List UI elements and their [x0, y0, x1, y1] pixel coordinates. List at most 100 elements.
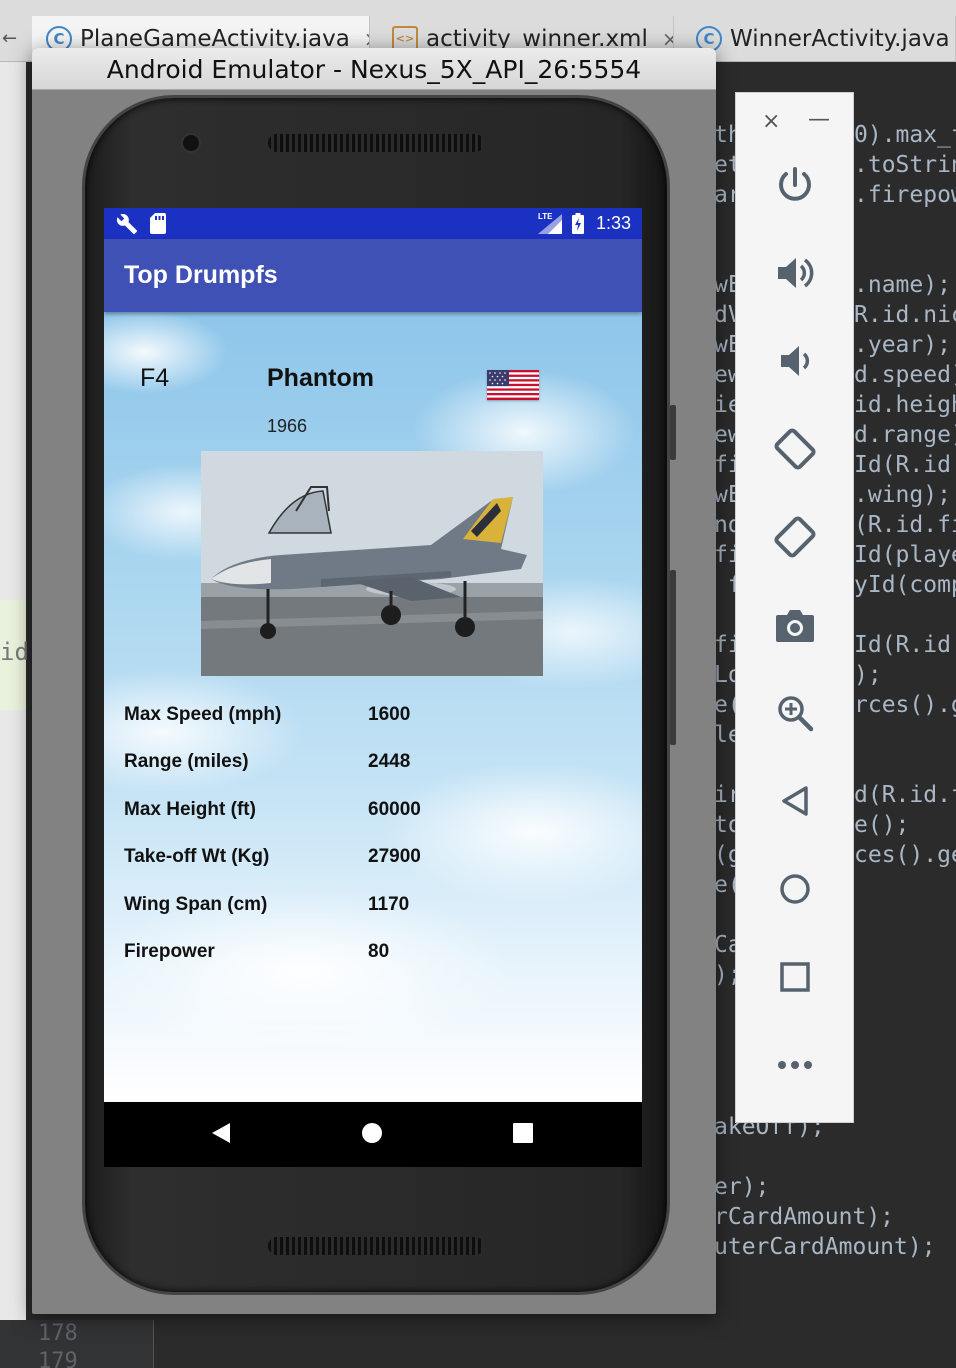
wrench-icon: [116, 214, 138, 235]
navigation-bar: [104, 1102, 642, 1167]
stat-row-max-height: Max Height (ft) 60000: [124, 795, 624, 842]
power-button[interactable]: [764, 154, 826, 216]
stat-label: Max Height (ft): [124, 798, 256, 820]
code-line[interactable]: [714, 1142, 936, 1172]
app-title: Top Drumpfs: [124, 261, 278, 289]
code-line[interactable]: d.range): [854, 420, 956, 450]
code-line[interactable]: .name);: [854, 270, 956, 300]
code-line[interactable]: [854, 600, 956, 630]
more-button[interactable]: [764, 1034, 826, 1096]
ide-left-panel: [0, 62, 26, 1368]
phone-power-button[interactable]: [670, 405, 676, 460]
code-line[interactable]: d.speed): [854, 360, 956, 390]
stat-row-max-speed: Max Speed (mph) 1600: [124, 700, 624, 747]
line-number: 178: [38, 1321, 78, 1346]
code-line[interactable]: (R.id.fi: [854, 510, 956, 540]
us-flag-icon: [487, 370, 539, 400]
plane-card: F4 Phantom 1966 Max Speed (mph) 1600 Ran…: [104, 312, 642, 1102]
tab-winner-activity[interactable]: C WinnerActivity.java ×: [682, 16, 956, 62]
back-icon: [782, 786, 808, 816]
emulator-toolbar: × —: [735, 92, 854, 1123]
nav-back-icon[interactable]: [210, 1122, 232, 1144]
volume-up-icon: [778, 258, 814, 288]
stats-table: Max Speed (mph) 1600 Range (miles) 2448 …: [124, 700, 624, 984]
code-line[interactable]: d(R.id.f: [854, 780, 956, 810]
code-line[interactable]: e();: [854, 810, 956, 840]
more-icon: [778, 1061, 812, 1069]
rotate-right-icon: [774, 516, 816, 558]
tab-label: WinnerActivity.java: [730, 26, 950, 52]
close-icon[interactable]: ×: [762, 109, 780, 134]
code-line[interactable]: [854, 750, 956, 780]
zoom-button[interactable]: [764, 682, 826, 744]
code-fragment: id: [0, 638, 29, 666]
code-line[interactable]: yId(comp: [854, 570, 956, 600]
phone-speaker-bottom: [268, 1237, 484, 1255]
stat-label: Firepower: [124, 940, 215, 962]
code-line[interactable]: er);: [714, 1172, 936, 1202]
nav-home-icon[interactable]: [361, 1122, 383, 1144]
code-line[interactable]: .toStrin: [854, 150, 956, 180]
jet-image: [201, 451, 543, 676]
home-button[interactable]: [764, 858, 826, 920]
stat-row-takeoff-weight: Take-off Wt (Kg) 27900: [124, 842, 624, 889]
plane-photo: [201, 451, 543, 676]
code-line[interactable]: id.heigh: [854, 390, 956, 420]
signal-icon: [538, 214, 562, 234]
code-line[interactable]: Id(R.id.: [854, 630, 956, 660]
code-line[interactable]: );: [854, 660, 956, 690]
screenshot-button[interactable]: [764, 594, 826, 656]
code-line[interactable]: R.id.nic: [854, 300, 956, 330]
code-editor-bottom[interactable]: akeOff); er); rCardAmount); uterCardAmount)…: [714, 1112, 936, 1262]
code-line[interactable]: .wing);: [854, 480, 956, 510]
stat-value[interactable]: 1170: [368, 894, 409, 916]
plane-name: Phantom: [267, 364, 374, 392]
device-screen[interactable]: LTE 1:33 Top Drumpfs F4 Phantom 1966 Max…: [104, 208, 642, 1167]
nav-overview-icon[interactable]: [513, 1123, 533, 1143]
phone-camera: [181, 133, 201, 153]
stat-label: Take-off Wt (Kg): [124, 846, 270, 868]
code-line[interactable]: uterCardAmount);: [714, 1232, 936, 1262]
battery-charging-icon: [572, 213, 584, 234]
rotate-left-button[interactable]: [764, 418, 826, 480]
stat-value[interactable]: 60000: [368, 799, 421, 821]
overview-button[interactable]: [764, 946, 826, 1008]
stat-value[interactable]: 2448: [368, 751, 410, 773]
code-line[interactable]: Id(R.id.: [854, 450, 956, 480]
stat-value[interactable]: 27900: [368, 846, 421, 868]
sd-card-icon: [150, 213, 166, 234]
rotate-left-icon: [774, 428, 816, 470]
code-line[interactable]: rces().g: [854, 690, 956, 720]
code-line[interactable]: [854, 240, 956, 270]
minimize-icon[interactable]: —: [808, 107, 830, 132]
emulator-title: Android Emulator - Nexus_5X_API_26:5554: [32, 48, 716, 90]
back-button[interactable]: [764, 770, 826, 832]
volume-up-button[interactable]: [764, 242, 826, 304]
code-line[interactable]: [854, 210, 956, 240]
stat-row-firepower: Firepower 80: [124, 937, 624, 984]
stat-label: Max Speed (mph): [124, 704, 282, 725]
code-line[interactable]: .year);: [854, 330, 956, 360]
back-arrow-icon[interactable]: ←: [2, 28, 17, 49]
stat-label: Range (miles): [124, 751, 249, 773]
stat-value[interactable]: 1600: [368, 704, 410, 726]
stat-label: Wing Span (cm): [124, 893, 268, 915]
code-line[interactable]: 0).max_f: [854, 120, 956, 150]
plane-year: 1966: [267, 416, 308, 436]
code-editor-right-column[interactable]: 0).max_f .toStrin .firepow .name); R.id.nic.…: [854, 120, 956, 870]
code-line[interactable]: Id(playe: [854, 540, 956, 570]
power-icon: [779, 167, 811, 201]
code-line[interactable]: rCardAmount);: [714, 1202, 936, 1232]
clock: 1:33: [595, 213, 631, 233]
stat-row-range: Range (miles) 2448: [124, 747, 624, 794]
status-bar: LTE 1:33: [104, 208, 642, 239]
stat-value[interactable]: 80: [368, 941, 389, 963]
code-line[interactable]: .firepow: [854, 180, 956, 210]
plane-code: F4: [140, 364, 170, 392]
phone-volume-rocker[interactable]: [670, 570, 676, 745]
rotate-right-button[interactable]: [764, 506, 826, 568]
volume-down-button[interactable]: [764, 330, 826, 392]
code-line[interactable]: ces().ge: [854, 840, 956, 870]
code-line[interactable]: [854, 720, 956, 750]
line-number: 179: [38, 1349, 78, 1368]
